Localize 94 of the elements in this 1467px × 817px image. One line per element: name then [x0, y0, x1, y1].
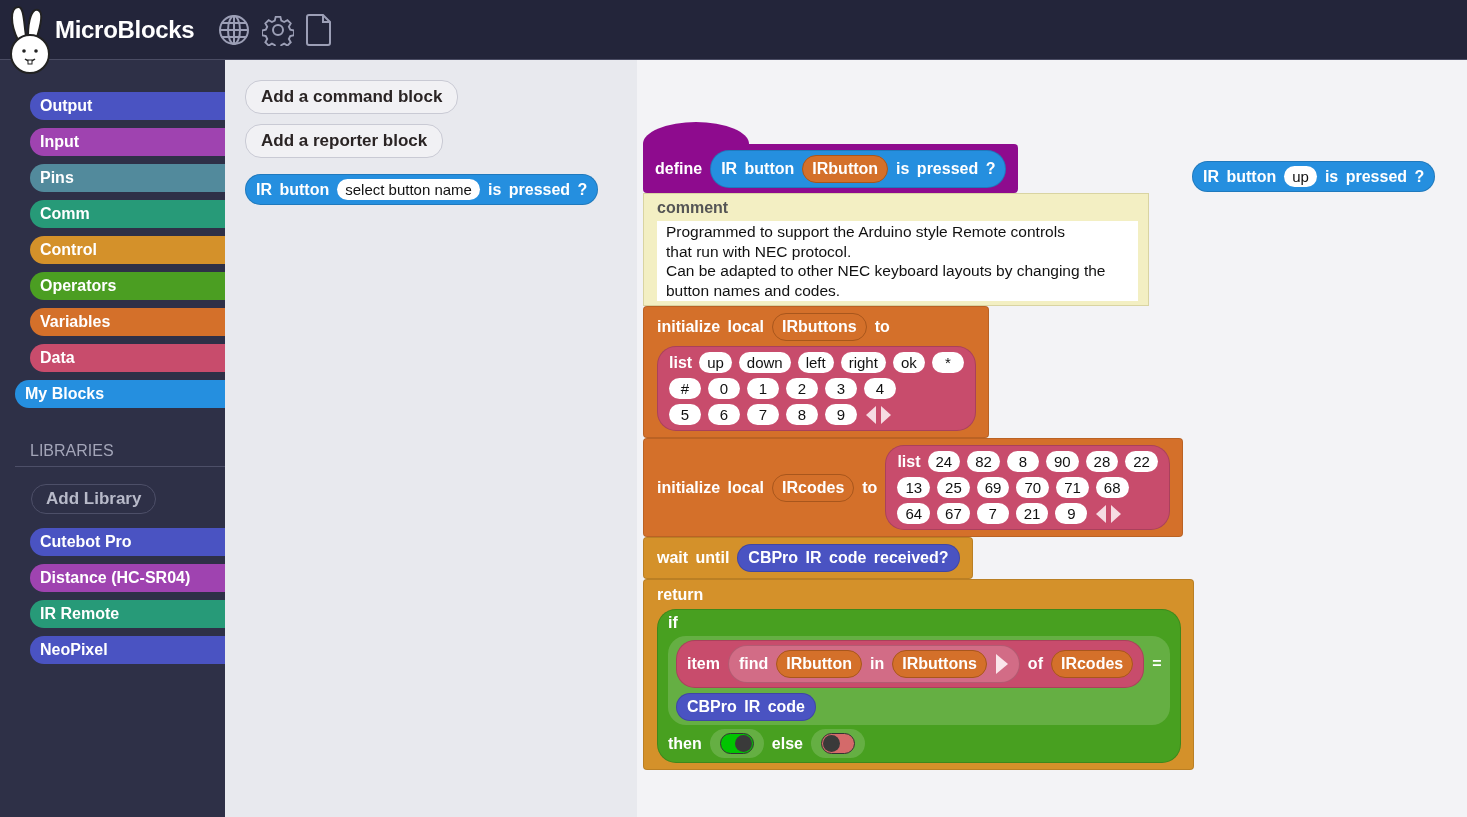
- category-button[interactable]: Pins: [30, 164, 225, 192]
- command-block[interactable]: wait until CBPro IR code received?: [643, 537, 973, 579]
- category-button[interactable]: Input: [30, 128, 225, 156]
- block-label: define: [655, 160, 703, 178]
- toggle-switch[interactable]: [810, 729, 865, 758]
- block-label: to: [874, 318, 890, 336]
- input-slot[interactable]: right: [840, 352, 886, 373]
- block-label: if: [668, 614, 678, 632]
- palette-button[interactable]: Add a command block: [245, 80, 459, 114]
- input-slot[interactable]: 6: [708, 404, 740, 425]
- input-slot[interactable]: *: [931, 352, 964, 373]
- input-slot[interactable]: up: [699, 352, 732, 373]
- input-slot[interactable]: select button name: [337, 179, 480, 200]
- list-block[interactable]: list up down left right ok * # 0 1 2 3 4 5 6 7 8 9: [657, 346, 976, 431]
- settings-icon[interactable]: [262, 13, 295, 46]
- input-slot[interactable]: 7: [976, 503, 1009, 524]
- block-label: list: [897, 452, 921, 471]
- command-block[interactable]: initialize local IRbuttons to list up down left right ok * # 0 1 2 3 4 5 6 7 8 9: [643, 306, 989, 438]
- input-slot[interactable]: 70: [1016, 477, 1050, 498]
- libraries-heading: LIBRARIES: [30, 442, 115, 461]
- category-button[interactable]: Data: [30, 344, 225, 372]
- input-slot[interactable]: 21: [1015, 503, 1049, 524]
- input-slot[interactable]: 22: [1125, 451, 1158, 472]
- reporter-block[interactable]: item find IRbutton in IRbuttons of IRcodes: [676, 640, 1145, 688]
- block-label: CBPro IR code: [687, 698, 805, 716]
- input-slot[interactable]: 8: [1006, 451, 1039, 472]
- block-label: CBPro IR code received?: [748, 549, 949, 567]
- reporter-block[interactable]: if item find IRbutton in IRbuttons of IRcodes = CBPro IR code then else: [657, 609, 1181, 763]
- input-slot[interactable]: 1: [747, 378, 779, 399]
- right-arrow-icon[interactable]: [994, 653, 1009, 675]
- block-label: return: [657, 586, 704, 604]
- input-slot[interactable]: 82: [967, 451, 1000, 472]
- block-label: initialize local: [657, 318, 765, 336]
- block-label: is pressed ?: [487, 180, 588, 199]
- reporter-block[interactable]: CBPro IR code received?: [737, 544, 960, 572]
- block-label: IR button: [1203, 167, 1277, 186]
- input-slot[interactable]: 67: [937, 503, 970, 524]
- block-label: item: [687, 655, 720, 673]
- block-label: IR button: [256, 180, 330, 199]
- input-slot[interactable]: 69: [976, 477, 1010, 498]
- command-block[interactable]: initialize local IRcodes to list 24 82 8 90 28 22 13 25 69 70 71 68 64 67 7 21 9: [643, 438, 1183, 537]
- input-slot[interactable]: 0: [708, 378, 740, 399]
- list-block[interactable]: list 24 82 8 90 28 22 13 25 69 70 71 68 64 67 7 21 9: [885, 445, 1170, 530]
- block-label: initialize local: [657, 478, 765, 497]
- input-slot[interactable]: 4: [864, 378, 896, 399]
- input-slot[interactable]: 68: [1095, 477, 1129, 498]
- input-slot[interactable]: down: [738, 352, 791, 373]
- input-slot[interactable]: 8: [786, 404, 818, 425]
- input-slot[interactable]: left: [797, 352, 834, 373]
- block-label: IR button: [721, 160, 795, 178]
- category-button[interactable]: Output: [30, 92, 225, 120]
- block-label: is pressed ?: [896, 160, 996, 178]
- input-slot[interactable]: 7: [747, 404, 779, 425]
- reporter-block[interactable]: IR button select button name is pressed ?: [245, 174, 599, 205]
- block-label: find: [738, 655, 769, 673]
- comment-title: comment: [657, 199, 730, 217]
- input-slot[interactable]: #: [669, 378, 701, 399]
- library-button[interactable]: IR Remote: [30, 600, 225, 628]
- input-slot[interactable]: 3: [825, 378, 857, 399]
- input-slot[interactable]: 9: [1055, 503, 1088, 524]
- reporter-block[interactable]: CBPro IR code: [676, 693, 816, 721]
- input-slot[interactable]: 71: [1056, 477, 1089, 498]
- globe-icon[interactable]: [218, 13, 251, 46]
- command-block[interactable]: return if item find IRbutton in IRbuttons of IRcodes = CBPro IR code then else: [643, 579, 1194, 770]
- block-label: of: [1027, 655, 1043, 673]
- block-label: wait until: [657, 549, 730, 567]
- library-button[interactable]: Cutebot Pro: [30, 528, 225, 556]
- app-title: MicroBlocks: [55, 15, 195, 44]
- file-icon[interactable]: [306, 13, 333, 46]
- input-slot[interactable]: 2: [786, 378, 818, 399]
- input-slot[interactable]: ok: [892, 352, 925, 373]
- category-button[interactable]: Comm: [30, 200, 225, 228]
- input-slot[interactable]: 13: [897, 477, 931, 498]
- comment-text[interactable]: Programmed to support the Arduino style Remote controls that run with NEC protocol. Can be adapted to other NEC keyboard layouts by changing the button names and codes.: [657, 221, 1138, 301]
- block-label: list: [669, 353, 693, 372]
- block-label: =: [1152, 655, 1162, 673]
- input-slot[interactable]: 90: [1045, 451, 1079, 472]
- library-button[interactable]: NeoPixel: [30, 636, 225, 664]
- input-slot[interactable]: 64: [897, 503, 931, 524]
- block-label: is pressed ?: [1324, 167, 1425, 186]
- library-button[interactable]: Distance (HC-SR04): [30, 564, 225, 592]
- reporter-block[interactable]: IR button up is pressed ?: [1192, 161, 1436, 192]
- input-slot[interactable]: 24: [927, 451, 961, 472]
- input-slot[interactable]: up: [1284, 166, 1317, 187]
- block-label: then: [668, 734, 702, 753]
- input-slot[interactable]: 5: [669, 404, 701, 425]
- block-label: in: [870, 655, 885, 673]
- toggle-switch[interactable]: [709, 729, 764, 758]
- input-slot[interactable]: 25: [937, 477, 970, 498]
- input-slot[interactable]: 9: [825, 404, 857, 425]
- palette-button[interactable]: Add a reporter block: [245, 124, 444, 158]
- input-slot[interactable]: 28: [1085, 451, 1119, 472]
- block-label: to: [862, 478, 878, 497]
- block-label: else: [771, 734, 803, 753]
